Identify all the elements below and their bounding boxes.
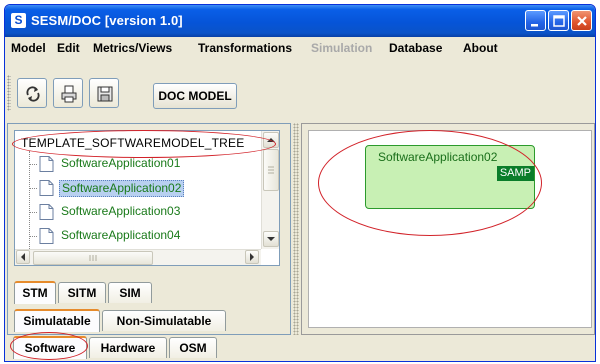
tree-item-label: SoftwareApplication02: [59, 180, 185, 197]
menu-transformations[interactable]: Transformations: [198, 41, 292, 55]
menu-model[interactable]: Model: [11, 41, 46, 55]
tree-branch: [29, 164, 37, 165]
simulation-tabs: Simulatable Non-Simulatable: [14, 309, 284, 332]
software-application-node[interactable]: SoftwareApplication02 SAMP: [365, 145, 535, 209]
scroll-left-button[interactable]: [16, 250, 30, 264]
arrow-right-icon: [250, 253, 254, 261]
title-bar[interactable]: S SESM/DOC [version 1.0]: [5, 5, 595, 37]
save-button[interactable]: [89, 78, 119, 108]
tree-root-label[interactable]: TEMPLATE_SOFTWAREMODEL_TREE: [21, 136, 244, 150]
print-icon: [61, 85, 77, 103]
model-tree-panel: TEMPLATE_SOFTWAREMODEL_TREE SoftwareAppl…: [7, 123, 291, 335]
document-icon: [39, 180, 54, 196]
document-icon: [39, 228, 54, 244]
tab-sitm[interactable]: SITM: [58, 282, 106, 303]
refresh-icon: [26, 86, 40, 102]
domain-tabs: Software Hardware OSM: [7, 336, 595, 361]
tree-horizontal-scrollbar[interactable]: [15, 249, 261, 265]
model-canvas-panel: SoftwareApplication02 SAMP: [301, 123, 595, 335]
model-view-tabs: STM SITM SIM: [14, 281, 284, 304]
tree-branch: [29, 236, 37, 237]
maximize-icon: [553, 15, 565, 27]
tab-non-simulatable[interactable]: Non-Simulatable: [102, 310, 226, 331]
model-canvas[interactable]: SoftwareApplication02 SAMP: [308, 130, 592, 328]
node-badge: SAMP: [496, 166, 534, 181]
document-icon: [39, 156, 54, 172]
grip-icon: [89, 255, 97, 261]
tree-item-label: SoftwareApplication04: [61, 228, 181, 242]
toolbar: DOC MODEL: [5, 61, 595, 121]
document-icon: [39, 204, 54, 220]
scroll-up-button[interactable]: [263, 132, 279, 148]
arrow-up-icon: [267, 138, 275, 142]
vertical-scroll-thumb[interactable]: [263, 149, 279, 191]
node-title: SoftwareApplication02: [378, 150, 498, 164]
tree-vertical-scrollbar[interactable]: [261, 131, 279, 249]
app-logo-icon: S: [11, 13, 26, 28]
arrow-down-icon: [267, 237, 275, 241]
tab-osm[interactable]: OSM: [169, 337, 217, 358]
tab-software[interactable]: Software: [13, 336, 87, 359]
close-icon: [577, 16, 587, 26]
tree-item-label: SoftwareApplication01: [61, 156, 181, 170]
tree-item-label: SoftwareApplication03: [61, 204, 181, 218]
menu-bar: Model Edit Metrics/Views Transformations…: [5, 37, 595, 59]
menu-database[interactable]: Database: [389, 41, 442, 55]
tab-stm[interactable]: STM: [14, 281, 56, 304]
split-pane-divider[interactable]: [293, 123, 299, 335]
tab-hardware[interactable]: Hardware: [89, 337, 167, 358]
tree-connector: [29, 151, 30, 263]
tab-simulatable[interactable]: Simulatable: [14, 309, 100, 332]
menu-about[interactable]: About: [463, 41, 498, 55]
tree-branch: [29, 212, 37, 213]
tree-branch: [29, 188, 37, 189]
maximize-button[interactable]: [548, 10, 569, 31]
model-tree: TEMPLATE_SOFTWAREMODEL_TREE SoftwareAppl…: [14, 130, 280, 266]
main-window: S SESM/DOC [version 1.0] Model Edit Metr…: [4, 4, 596, 362]
menu-metrics-views[interactable]: Metrics/Views: [93, 41, 172, 55]
scroll-down-button[interactable]: [263, 231, 279, 247]
doc-model-button[interactable]: DOC MODEL: [153, 83, 237, 109]
menu-edit[interactable]: Edit: [57, 41, 80, 55]
window-title: SESM/DOC [version 1.0]: [31, 13, 183, 28]
scroll-right-button[interactable]: [245, 250, 259, 264]
arrow-left-icon: [21, 253, 25, 261]
refresh-button[interactable]: [17, 78, 47, 108]
print-button[interactable]: [53, 78, 83, 108]
tab-sim[interactable]: SIM: [108, 282, 152, 303]
menu-simulation[interactable]: Simulation: [311, 41, 372, 55]
toolbar-grip[interactable]: [7, 75, 11, 111]
horizontal-scroll-thumb[interactable]: [33, 251, 153, 265]
save-icon: [97, 86, 113, 102]
minimize-button[interactable]: [525, 10, 546, 31]
minimize-icon: [531, 24, 538, 27]
grip-icon: [268, 166, 274, 174]
close-button[interactable]: [571, 10, 592, 31]
